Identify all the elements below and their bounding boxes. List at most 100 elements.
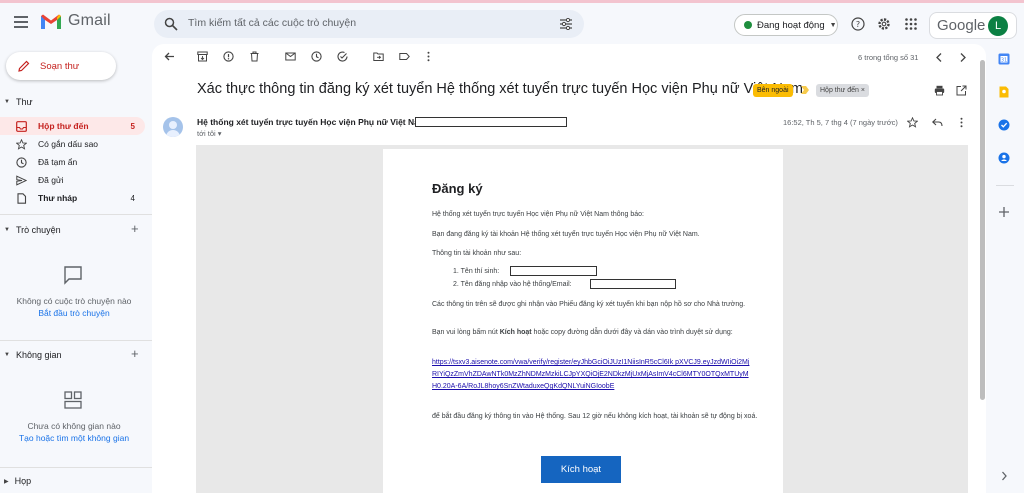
start-chat-link[interactable]: Bắt đầu trò chuyện <box>0 308 148 318</box>
inbox-label-chip[interactable]: Hộp thư đến × <box>816 84 869 97</box>
mark-unread-icon[interactable] <box>285 51 296 62</box>
chevron-left-icon[interactable] <box>934 52 945 63</box>
sidebar-item-label: Thư nháp <box>38 193 78 203</box>
collapse-triangle-icon: ▼ <box>4 227 10 233</box>
sidebar-item-sent[interactable]: Đã gửi <box>0 171 145 189</box>
apps-grid-icon[interactable] <box>904 17 918 31</box>
more-vert-icon[interactable] <box>956 117 967 128</box>
inbox-label-text: Hộp thư đến <box>820 87 859 94</box>
message-date: 16:52, Th 5, 7 thg 4 (7 ngày trước) <box>783 118 898 127</box>
sidebar-item-drafts[interactable]: Thư nháp 4 <box>0 189 145 207</box>
remove-label-icon[interactable]: × <box>861 87 865 94</box>
reply-icon[interactable] <box>932 117 943 128</box>
activate-button[interactable]: Kích hoạt <box>541 456 621 483</box>
email-heading: Đăng ký <box>432 181 483 196</box>
snooze-clock-icon[interactable] <box>311 51 322 62</box>
app-header: Gmail Đang hoạt động ▼ ? <box>0 3 1024 43</box>
add-task-icon[interactable] <box>337 51 348 62</box>
back-arrow-icon[interactable] <box>164 51 175 62</box>
activation-link[interactable]: https://tsxv3.aisenote.com/vwa/verify/re… <box>432 357 752 393</box>
sidebar-divider <box>0 467 153 468</box>
archive-icon[interactable] <box>197 51 208 62</box>
external-label-chip: Bên ngoài <box>753 84 793 97</box>
send-icon <box>16 174 27 186</box>
sidebar-item-count: 5 <box>130 121 135 131</box>
recipient-line[interactable]: tới tôi ▾ <box>197 129 222 138</box>
meet-section-header[interactable]: ▶ Họp <box>4 476 31 486</box>
message-view: 6 trong tổng số 31 Xác thực thông tin đă… <box>152 44 986 493</box>
chat-section-header[interactable]: ▼ Trò chuyện <box>4 225 61 235</box>
email-paragraph: Bạn đang đăng ký tài khoản Hệ thống xét … <box>432 231 700 238</box>
get-addons-plus-icon[interactable] <box>998 206 1010 218</box>
status-dropdown[interactable]: Đang hoạt động ▼ <box>734 14 838 36</box>
trash-icon[interactable] <box>249 51 260 62</box>
more-vert-icon[interactable] <box>423 51 434 62</box>
chevron-right-icon[interactable] <box>957 52 968 63</box>
help-icon[interactable]: ? <box>851 17 865 31</box>
scrollbar-thumb[interactable] <box>980 60 985 400</box>
gear-icon[interactable] <box>877 17 891 31</box>
spaces-section-header[interactable]: ▼ Không gian <box>4 350 62 360</box>
sidebar-item-label: Đã gửi <box>38 175 64 185</box>
importance-marker-icon[interactable] <box>800 85 810 95</box>
email-paragraph: Hệ thống xét tuyển trực tuyến Học viện P… <box>432 211 644 218</box>
move-to-folder-icon[interactable] <box>373 51 384 62</box>
sidebar-item-snoozed[interactable]: Đã tạm ẩn <box>0 153 145 171</box>
compose-button[interactable]: Soạn thư <box>6 52 116 80</box>
calendar-icon[interactable]: 31 <box>998 53 1010 65</box>
sidebar-item-label: Hộp thư đến <box>38 121 89 131</box>
svg-text:?: ? <box>856 20 860 29</box>
email-paragraph: Các thông tin trên sẽ được ghi nhận vào … <box>432 301 746 308</box>
pencil-icon <box>18 60 30 72</box>
avatar[interactable]: L <box>988 16 1008 36</box>
create-space-link[interactable]: Tạo hoặc tìm một không gian <box>0 433 148 443</box>
sidebar-item-label: Đã tạm ẩn <box>38 157 78 167</box>
compose-label: Soạn thư <box>40 60 80 72</box>
search-bar[interactable] <box>154 10 584 38</box>
email-card: Đăng ký Hệ thống xét tuyển trực tuyến Họ… <box>383 149 783 493</box>
chat-empty-text: Không có cuộc trò chuyện nào <box>16 296 132 306</box>
email-paragraph: Thông tin tài khoản như sau: <box>432 250 522 257</box>
chat-bubble-icon <box>64 266 82 285</box>
email-text: Bạn vui lòng bấm nút <box>432 329 500 336</box>
sidebar-item-inbox[interactable]: Hộp thư đến 5 <box>0 117 145 135</box>
sidebar-item-label: Có gắn dấu sao <box>38 139 99 149</box>
search-icon[interactable] <box>164 17 178 31</box>
contacts-icon[interactable] <box>998 152 1010 164</box>
message-subject: Xác thực thông tin đăng ký xét tuyển Hệ … <box>197 81 803 97</box>
star-icon <box>16 138 27 150</box>
redacted-email <box>415 117 567 127</box>
person-body-icon <box>166 130 180 137</box>
print-icon[interactable] <box>934 85 945 96</box>
account-switcher[interactable]: Google L <box>929 12 1017 39</box>
inbox-icon <box>16 120 27 132</box>
keep-icon[interactable] <box>998 86 1010 98</box>
status-dot-icon <box>744 21 752 29</box>
star-icon[interactable] <box>907 117 918 128</box>
expand-triangle-icon: ▶ <box>4 478 9 485</box>
status-label: Đang hoạt động <box>757 19 825 31</box>
menu-icon[interactable] <box>14 16 28 28</box>
sender-name[interactable]: Hệ thống xét tuyển trực tuyến Học viện P… <box>197 117 426 127</box>
tasks-icon[interactable] <box>998 119 1010 131</box>
sidebar-divider <box>0 214 153 215</box>
search-options-icon[interactable] <box>560 18 572 30</box>
pager-text: 6 trong tổng số 31 <box>858 53 919 62</box>
email-list-item: 1. Tên thí sinh: <box>453 268 500 275</box>
open-new-window-icon[interactable] <box>956 85 967 96</box>
draft-icon <box>17 192 27 204</box>
mail-section-header[interactable]: ▼ Thư <box>4 97 32 107</box>
sidebar-item-starred[interactable]: Có gắn dấu sao <box>0 135 145 153</box>
expand-panel-chevron-icon[interactable] <box>998 470 1010 482</box>
new-chat-plus-icon[interactable]: + <box>131 221 139 236</box>
report-spam-icon[interactable] <box>223 51 234 62</box>
redacted-name <box>510 266 597 276</box>
email-paragraph: để bắt đầu đăng ký thông tin vào Hệ thốn… <box>432 413 758 420</box>
gmail-logo[interactable]: Gmail <box>40 12 111 30</box>
new-space-plus-icon[interactable]: + <box>131 346 139 361</box>
search-input[interactable] <box>188 17 548 29</box>
spaces-grid-icon <box>64 391 82 409</box>
gmail-m-icon <box>41 14 61 29</box>
label-icon[interactable] <box>399 51 410 62</box>
recipient-text: tới tôi <box>197 129 216 138</box>
